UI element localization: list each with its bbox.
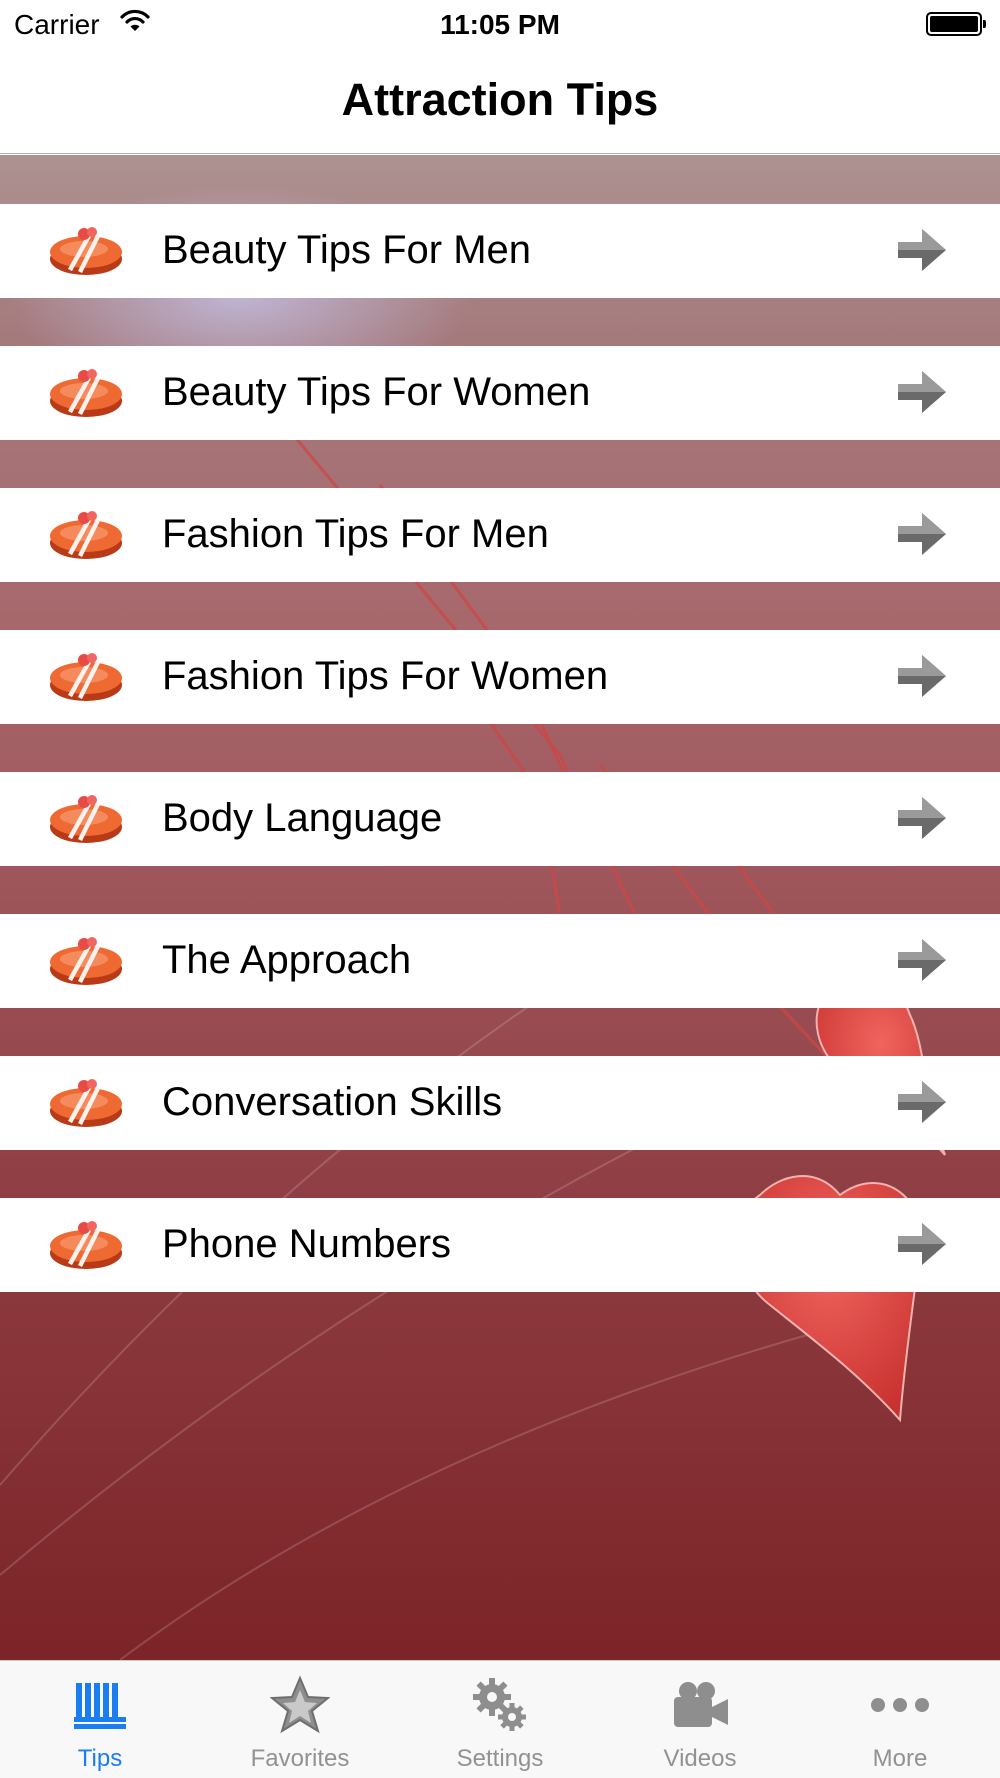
tips-list-area[interactable]: Beauty Tips For Men Beauty Tips For Wome… xyxy=(0,155,1000,1660)
arrow-right-icon[interactable] xyxy=(894,1220,950,1268)
tab-videos[interactable]: Videos xyxy=(600,1661,800,1778)
tab-label: More xyxy=(872,1745,928,1772)
battery-icon xyxy=(926,12,986,38)
gift-box-icon xyxy=(50,1079,122,1127)
tab-label: Videos xyxy=(663,1745,737,1772)
tips-icon xyxy=(74,1683,126,1729)
tip-label: Beauty Tips For Women xyxy=(162,370,591,414)
tip-row[interactable]: Fashion Tips For Men xyxy=(0,488,1000,582)
tab-tips[interactable]: Tips xyxy=(0,1661,200,1778)
tab-settings[interactable]: Settings xyxy=(400,1661,600,1778)
tip-row[interactable]: Conversation Skills xyxy=(0,1056,1000,1150)
tip-label: Fashion Tips For Women xyxy=(162,654,609,698)
tip-row[interactable]: Body Language xyxy=(0,772,1000,866)
video-camera-icon xyxy=(674,1682,728,1727)
tip-row[interactable]: The Approach xyxy=(0,914,1000,1008)
gift-box-icon xyxy=(50,369,122,417)
gift-box-icon xyxy=(50,227,122,275)
arrow-right-icon[interactable] xyxy=(894,936,950,984)
tip-label: Fashion Tips For Men xyxy=(162,512,549,556)
star-icon xyxy=(270,1675,330,1734)
tab-favorites[interactable]: Favorites xyxy=(200,1661,400,1778)
tab-bar: Tips Favorites Settings Videos More xyxy=(0,1660,1000,1778)
tab-more[interactable]: More xyxy=(800,1661,1000,1778)
arrow-right-icon[interactable] xyxy=(894,510,950,558)
arrow-right-icon[interactable] xyxy=(894,794,950,842)
arrow-right-icon[interactable] xyxy=(894,652,950,700)
clock: 11:05 PM xyxy=(440,9,560,40)
more-dots-icon xyxy=(871,1698,929,1712)
tip-row[interactable]: Phone Numbers xyxy=(0,1198,1000,1292)
tip-label: The Approach xyxy=(162,938,412,982)
arrow-right-icon[interactable] xyxy=(894,1078,950,1126)
page-title: Attraction Tips xyxy=(341,74,659,125)
tab-label: Tips xyxy=(77,1745,123,1772)
arrow-right-icon[interactable] xyxy=(894,368,950,416)
app-screen: Carrier 11:05 PM Attraction Tips Beauty … xyxy=(0,0,1000,1778)
tip-row[interactable]: Beauty Tips For Men xyxy=(0,204,1000,298)
tip-label: Beauty Tips For Men xyxy=(162,228,532,272)
tab-label: Settings xyxy=(456,1745,544,1772)
gift-box-icon xyxy=(50,1221,122,1269)
gift-box-icon xyxy=(50,795,122,843)
tip-row[interactable]: Fashion Tips For Women xyxy=(0,630,1000,724)
arrow-right-icon[interactable] xyxy=(894,226,950,274)
tip-label: Conversation Skills xyxy=(162,1080,503,1124)
tip-row[interactable]: Beauty Tips For Women xyxy=(0,346,1000,440)
gift-box-icon xyxy=(50,937,122,985)
tab-label: Favorites xyxy=(250,1745,350,1772)
tip-label: Body Language xyxy=(162,796,443,840)
gift-box-icon xyxy=(50,511,122,559)
tip-label: Phone Numbers xyxy=(162,1222,452,1266)
gears-icon xyxy=(473,1678,526,1731)
status-bar: Carrier 11:05 PM xyxy=(0,0,1000,50)
navigation-bar: Attraction Tips xyxy=(0,50,1000,154)
gift-box-icon xyxy=(50,653,122,701)
